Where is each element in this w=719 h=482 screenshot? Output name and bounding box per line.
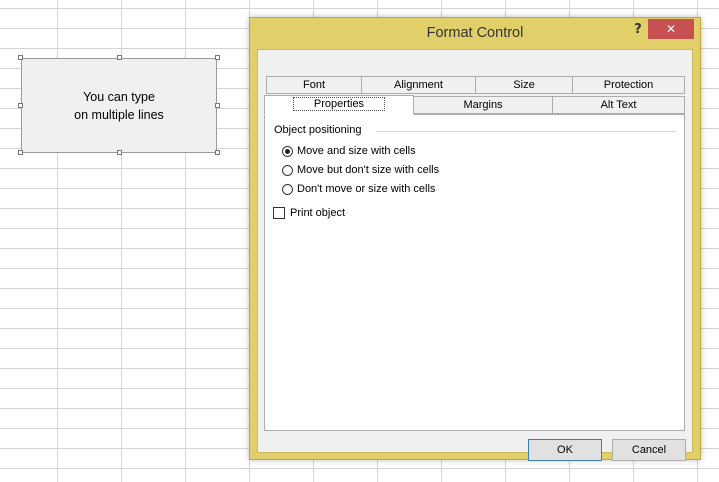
- help-icon[interactable]: ?: [631, 22, 645, 37]
- dialog-body: Font Alignment Size Protection Propertie…: [257, 49, 693, 461]
- print-object-label: Print object: [290, 207, 346, 219]
- radio-checked-icon[interactable]: [282, 145, 293, 157]
- radio-move-and-size[interactable]: Move and size with cells: [282, 143, 416, 159]
- radio-unchecked-icon[interactable]: [282, 183, 293, 195]
- tab-alignment[interactable]: Alignment: [361, 76, 476, 94]
- tab-properties[interactable]: Properties: [264, 95, 414, 115]
- resize-handle-top-left[interactable]: [18, 55, 23, 60]
- object-positioning-heading: Object positioning: [274, 124, 362, 136]
- tab-protection[interactable]: Protection: [572, 76, 685, 94]
- radio-dont-move-or-size[interactable]: Don't move or size with cells: [282, 181, 435, 197]
- resize-handle-top-middle[interactable]: [117, 55, 122, 60]
- resize-handle-bottom-left[interactable]: [18, 150, 23, 155]
- checkbox-icon[interactable]: [273, 207, 285, 219]
- form-button-control[interactable]: You can type on multiple lines: [21, 58, 217, 153]
- radio-label: Don't move or size with cells: [297, 183, 436, 195]
- form-button-text: You can type on multiple lines: [74, 89, 164, 122]
- tab-margins[interactable]: Margins: [413, 96, 553, 114]
- resize-handle-bottom-right[interactable]: [215, 150, 220, 155]
- resize-handle-middle-left[interactable]: [18, 103, 23, 108]
- group-divider: [376, 131, 676, 132]
- format-control-dialog: Format Control ? ✕ Font Alignment Size P…: [249, 17, 701, 461]
- tab-size[interactable]: Size: [475, 76, 573, 94]
- radio-unchecked-icon[interactable]: [282, 164, 293, 176]
- cancel-button[interactable]: Cancel: [612, 439, 686, 461]
- resize-handle-middle-right[interactable]: [215, 103, 220, 108]
- ok-button[interactable]: OK: [528, 439, 602, 461]
- properties-panel: Object positioning Move and size with ce…: [264, 114, 685, 431]
- resize-handle-bottom-middle[interactable]: [117, 150, 122, 155]
- print-object-checkbox[interactable]: Print object: [273, 205, 345, 221]
- tab-alt-text[interactable]: Alt Text: [552, 96, 685, 114]
- close-icon[interactable]: ✕: [648, 19, 694, 39]
- radio-label: Move and size with cells: [297, 145, 416, 157]
- resize-handle-top-right[interactable]: [215, 55, 220, 60]
- radio-label: Move but don't size with cells: [297, 164, 440, 176]
- radio-move-dont-size[interactable]: Move but don't size with cells: [282, 162, 439, 178]
- tab-font[interactable]: Font: [266, 76, 362, 94]
